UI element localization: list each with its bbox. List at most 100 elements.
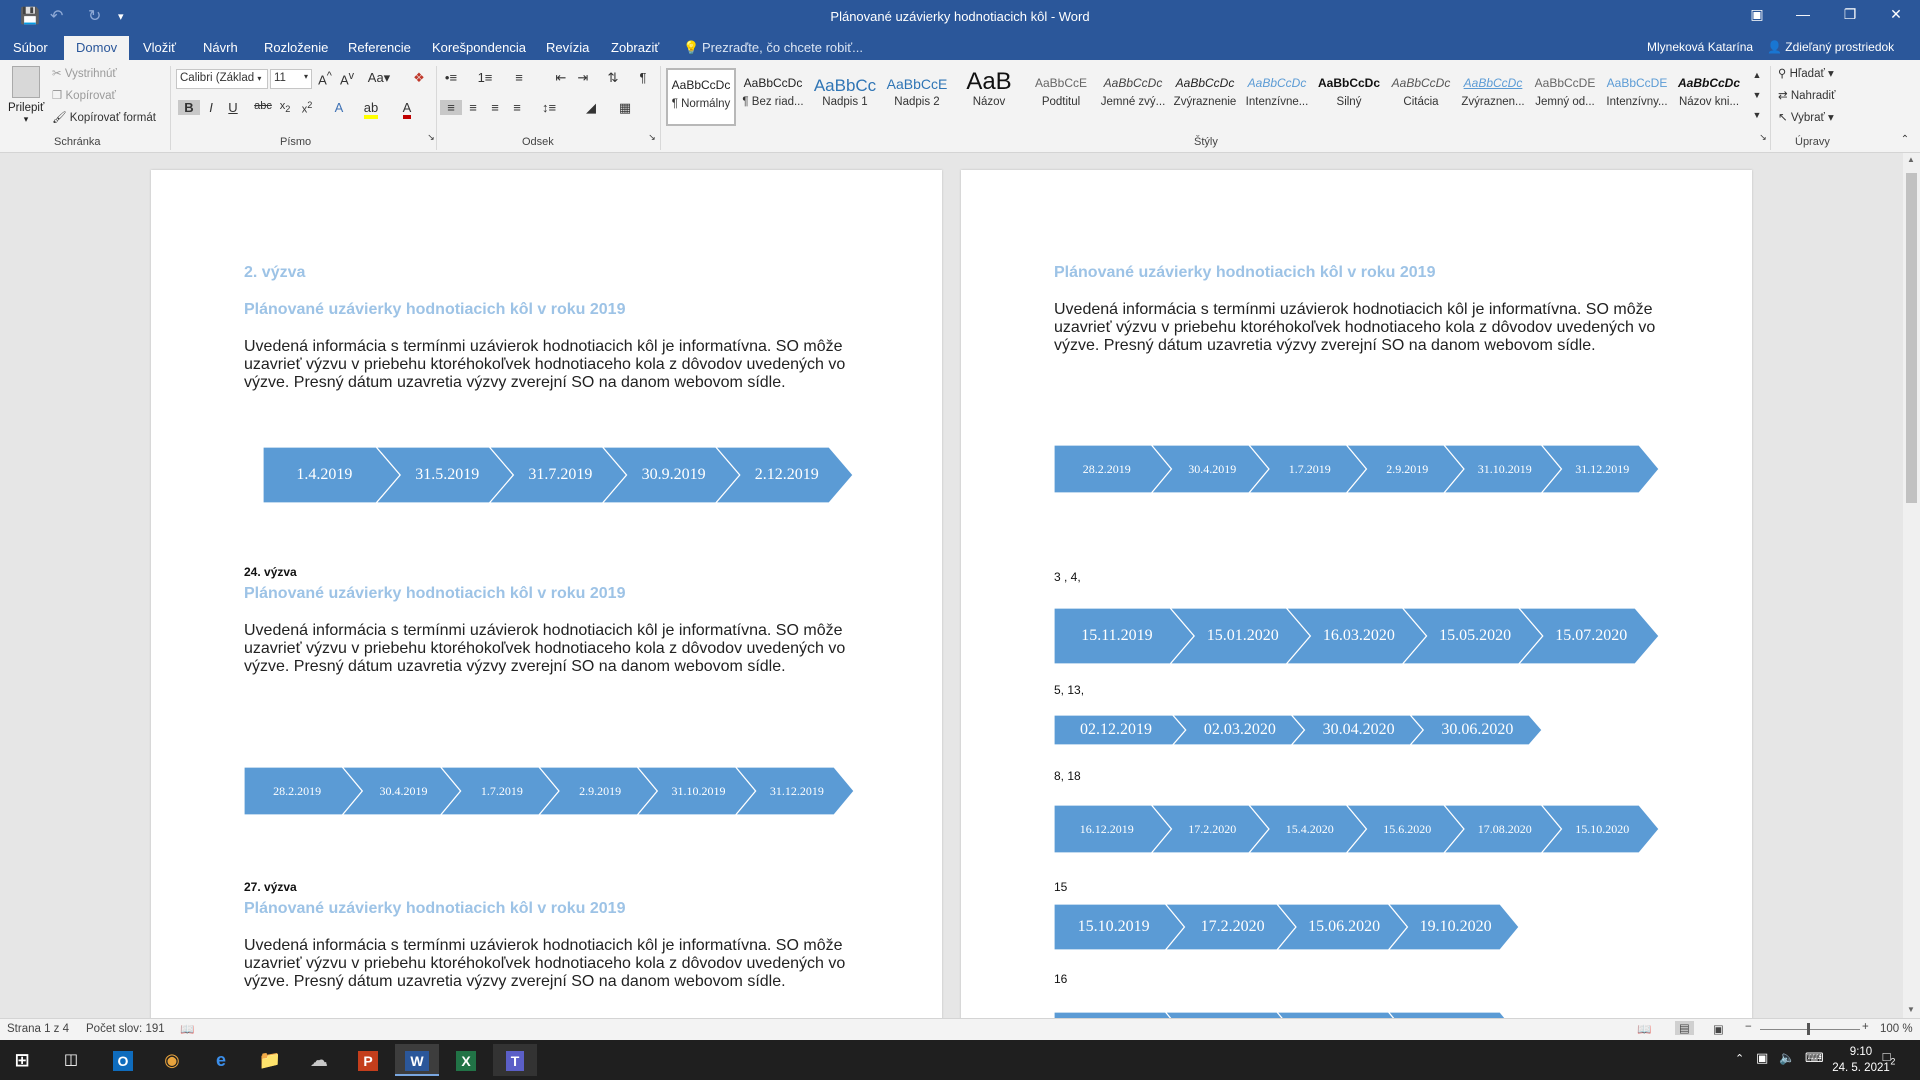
- find-button[interactable]: ⚲ Hľadať ▾: [1778, 66, 1834, 80]
- replace-button[interactable]: ⇄ Nahradiť: [1778, 88, 1835, 102]
- tab-mailings[interactable]: Korešpondencia: [432, 40, 526, 55]
- style-3[interactable]: AaBbCc Nadpis 1: [810, 68, 880, 126]
- file-explorer-icon[interactable]: 📁: [248, 1044, 292, 1076]
- teams-icon[interactable]: T: [493, 1044, 537, 1076]
- style-14[interactable]: AaBbCcDE Intenzívny...: [1602, 68, 1672, 126]
- ribbon-display-icon[interactable]: ▣: [1737, 6, 1777, 23]
- volume-icon[interactable]: 🔈: [1779, 1050, 1795, 1066]
- justify-icon[interactable]: ≡: [506, 100, 528, 115]
- share-button[interactable]: 👤 Zdieľaný prostriedok: [1767, 40, 1894, 54]
- read-mode-icon[interactable]: 📖: [1637, 1022, 1651, 1036]
- tab-home[interactable]: Domov: [64, 36, 130, 60]
- text-effects-icon[interactable]: A: [328, 100, 350, 115]
- shrink-font-icon[interactable]: Av: [336, 70, 358, 87]
- undo-icon[interactable]: ↶: [50, 6, 63, 26]
- scroll-down-icon[interactable]: ▼: [1907, 1005, 1915, 1014]
- excel-icon[interactable]: X: [444, 1044, 488, 1076]
- redo-icon[interactable]: ↻: [88, 6, 101, 26]
- app-icon[interactable]: ☁: [297, 1044, 341, 1076]
- superscript-icon[interactable]: x2: [296, 100, 318, 116]
- user-name[interactable]: Mlyneková Katarína: [1647, 40, 1753, 54]
- zoom-in-icon[interactable]: +: [1862, 1021, 1869, 1033]
- tab-file[interactable]: Súbor: [13, 40, 48, 55]
- style-1[interactable]: AaBbCcDc ¶ Normálny: [666, 68, 736, 126]
- word-icon[interactable]: W: [395, 1044, 439, 1076]
- page-count[interactable]: Strana 1 z 4: [7, 1023, 69, 1035]
- sort-icon[interactable]: ⇅: [602, 70, 624, 86]
- word-count[interactable]: Počet slov: 191: [86, 1023, 165, 1035]
- scroll-down-icon[interactable]: ▼: [1746, 90, 1768, 100]
- close-icon[interactable]: ✕: [1876, 6, 1916, 23]
- customize-icon[interactable]: ▾: [118, 10, 124, 23]
- highlight-icon[interactable]: ab: [360, 100, 382, 119]
- minimize-icon[interactable]: —: [1783, 6, 1823, 22]
- style-2[interactable]: AaBbCcDc ¶ Bez riad...: [738, 68, 808, 126]
- collapse-ribbon-icon[interactable]: ⌃: [1894, 134, 1916, 145]
- format-painter-button[interactable]: 🖌 Kopírovať formát: [52, 110, 156, 124]
- align-center-icon[interactable]: ≡: [462, 100, 484, 115]
- language-icon[interactable]: ⌨: [1805, 1050, 1824, 1066]
- style-8[interactable]: AaBbCcDc Zvýraznenie: [1170, 68, 1240, 126]
- scroll-up-icon[interactable]: ▲: [1907, 155, 1915, 164]
- tab-layout[interactable]: Rozloženie: [264, 40, 328, 55]
- change-case-icon[interactable]: Aa▾: [364, 70, 394, 86]
- pilcrow-icon[interactable]: ¶: [632, 70, 654, 85]
- strikethrough-icon[interactable]: abc: [252, 100, 274, 112]
- style-6[interactable]: AaBbCcE Podtitul: [1026, 68, 1096, 126]
- print-layout-icon[interactable]: ▤: [1675, 1021, 1694, 1035]
- subscript-icon[interactable]: x2: [274, 100, 296, 114]
- align-left-icon[interactable]: ≡: [440, 100, 462, 115]
- notifications-icon[interactable]: □2: [1878, 1049, 1900, 1067]
- shading-icon[interactable]: ◢: [580, 100, 602, 116]
- vertical-scrollbar[interactable]: ▲ ▼: [1903, 153, 1920, 1018]
- scrollbar-thumb[interactable]: [1906, 173, 1917, 503]
- web-layout-icon[interactable]: ▣: [1713, 1022, 1724, 1036]
- cut-button[interactable]: ✂ Vystrihnúť: [52, 66, 117, 80]
- align-right-icon[interactable]: ≡: [484, 100, 506, 115]
- style-5[interactable]: AaB Názov: [954, 68, 1024, 126]
- increase-indent-icon[interactable]: ⇥: [572, 70, 594, 86]
- start-icon[interactable]: ⊞: [0, 1044, 44, 1076]
- tell-me-input[interactable]: Prezraďte, čo chcete robiť...: [702, 40, 863, 55]
- network-icon[interactable]: ▣: [1756, 1050, 1768, 1066]
- style-13[interactable]: AaBbCcDE Jemný od...: [1530, 68, 1600, 126]
- line-spacing-icon[interactable]: ↕≡: [538, 100, 560, 115]
- tab-references[interactable]: Referencie: [348, 40, 411, 55]
- bullets-icon[interactable]: •≡: [440, 70, 462, 85]
- zoom-out-icon[interactable]: −: [1745, 1021, 1752, 1033]
- scroll-up-icon[interactable]: ▲: [1746, 70, 1768, 80]
- outlook-icon[interactable]: O: [101, 1044, 145, 1076]
- style-15[interactable]: AaBbCcDc Názov kni...: [1674, 68, 1744, 126]
- proofing-icon[interactable]: 📖: [180, 1022, 194, 1036]
- task-view-icon[interactable]: ◫: [49, 1044, 93, 1076]
- underline-icon[interactable]: U: [222, 100, 244, 115]
- clear-formatting-icon[interactable]: ❖: [408, 70, 430, 86]
- tab-review[interactable]: Revízia: [546, 40, 589, 55]
- style-10[interactable]: AaBbCcDc Silný: [1314, 68, 1384, 126]
- restore-icon[interactable]: ❐: [1830, 6, 1870, 23]
- select-button[interactable]: ↖ Vybrať ▾: [1778, 110, 1834, 124]
- bold-icon[interactable]: B: [178, 100, 200, 115]
- style-9[interactable]: AaBbCcDc Intenzívne...: [1242, 68, 1312, 126]
- save-icon[interactable]: 💾: [20, 6, 40, 26]
- chrome-icon[interactable]: ◉: [150, 1044, 194, 1076]
- tab-insert[interactable]: Vložiť: [143, 40, 176, 55]
- copy-button[interactable]: ❐ Kopírovať: [52, 88, 116, 102]
- style-12[interactable]: AaBbCcDc Zvýraznen...: [1458, 68, 1528, 126]
- decrease-indent-icon[interactable]: ⇤: [550, 70, 572, 86]
- paste-button[interactable]: Prilepiť ▾: [8, 64, 44, 126]
- grow-font-icon[interactable]: A^: [314, 70, 336, 87]
- font-size-combo[interactable]: 11 ▾: [270, 69, 312, 89]
- dialog-launcher-icon[interactable]: ↘: [420, 132, 442, 143]
- italic-icon[interactable]: I: [200, 100, 222, 115]
- font-color-icon[interactable]: A: [396, 100, 418, 119]
- tab-design[interactable]: Návrh: [203, 40, 238, 55]
- style-11[interactable]: AaBbCcDc Citácia: [1386, 68, 1456, 126]
- font-name-combo[interactable]: Calibri (Základ ▾: [176, 69, 268, 89]
- zoom-slider-thumb[interactable]: [1807, 1023, 1810, 1035]
- style-4[interactable]: AaBbCcE Nadpis 2: [882, 68, 952, 126]
- tab-view[interactable]: Zobraziť: [611, 40, 659, 55]
- multilevel-list-icon[interactable]: ≡: [508, 70, 530, 85]
- more-styles-icon[interactable]: ▼: [1746, 110, 1768, 120]
- zoom-level[interactable]: 100 %: [1880, 1023, 1913, 1035]
